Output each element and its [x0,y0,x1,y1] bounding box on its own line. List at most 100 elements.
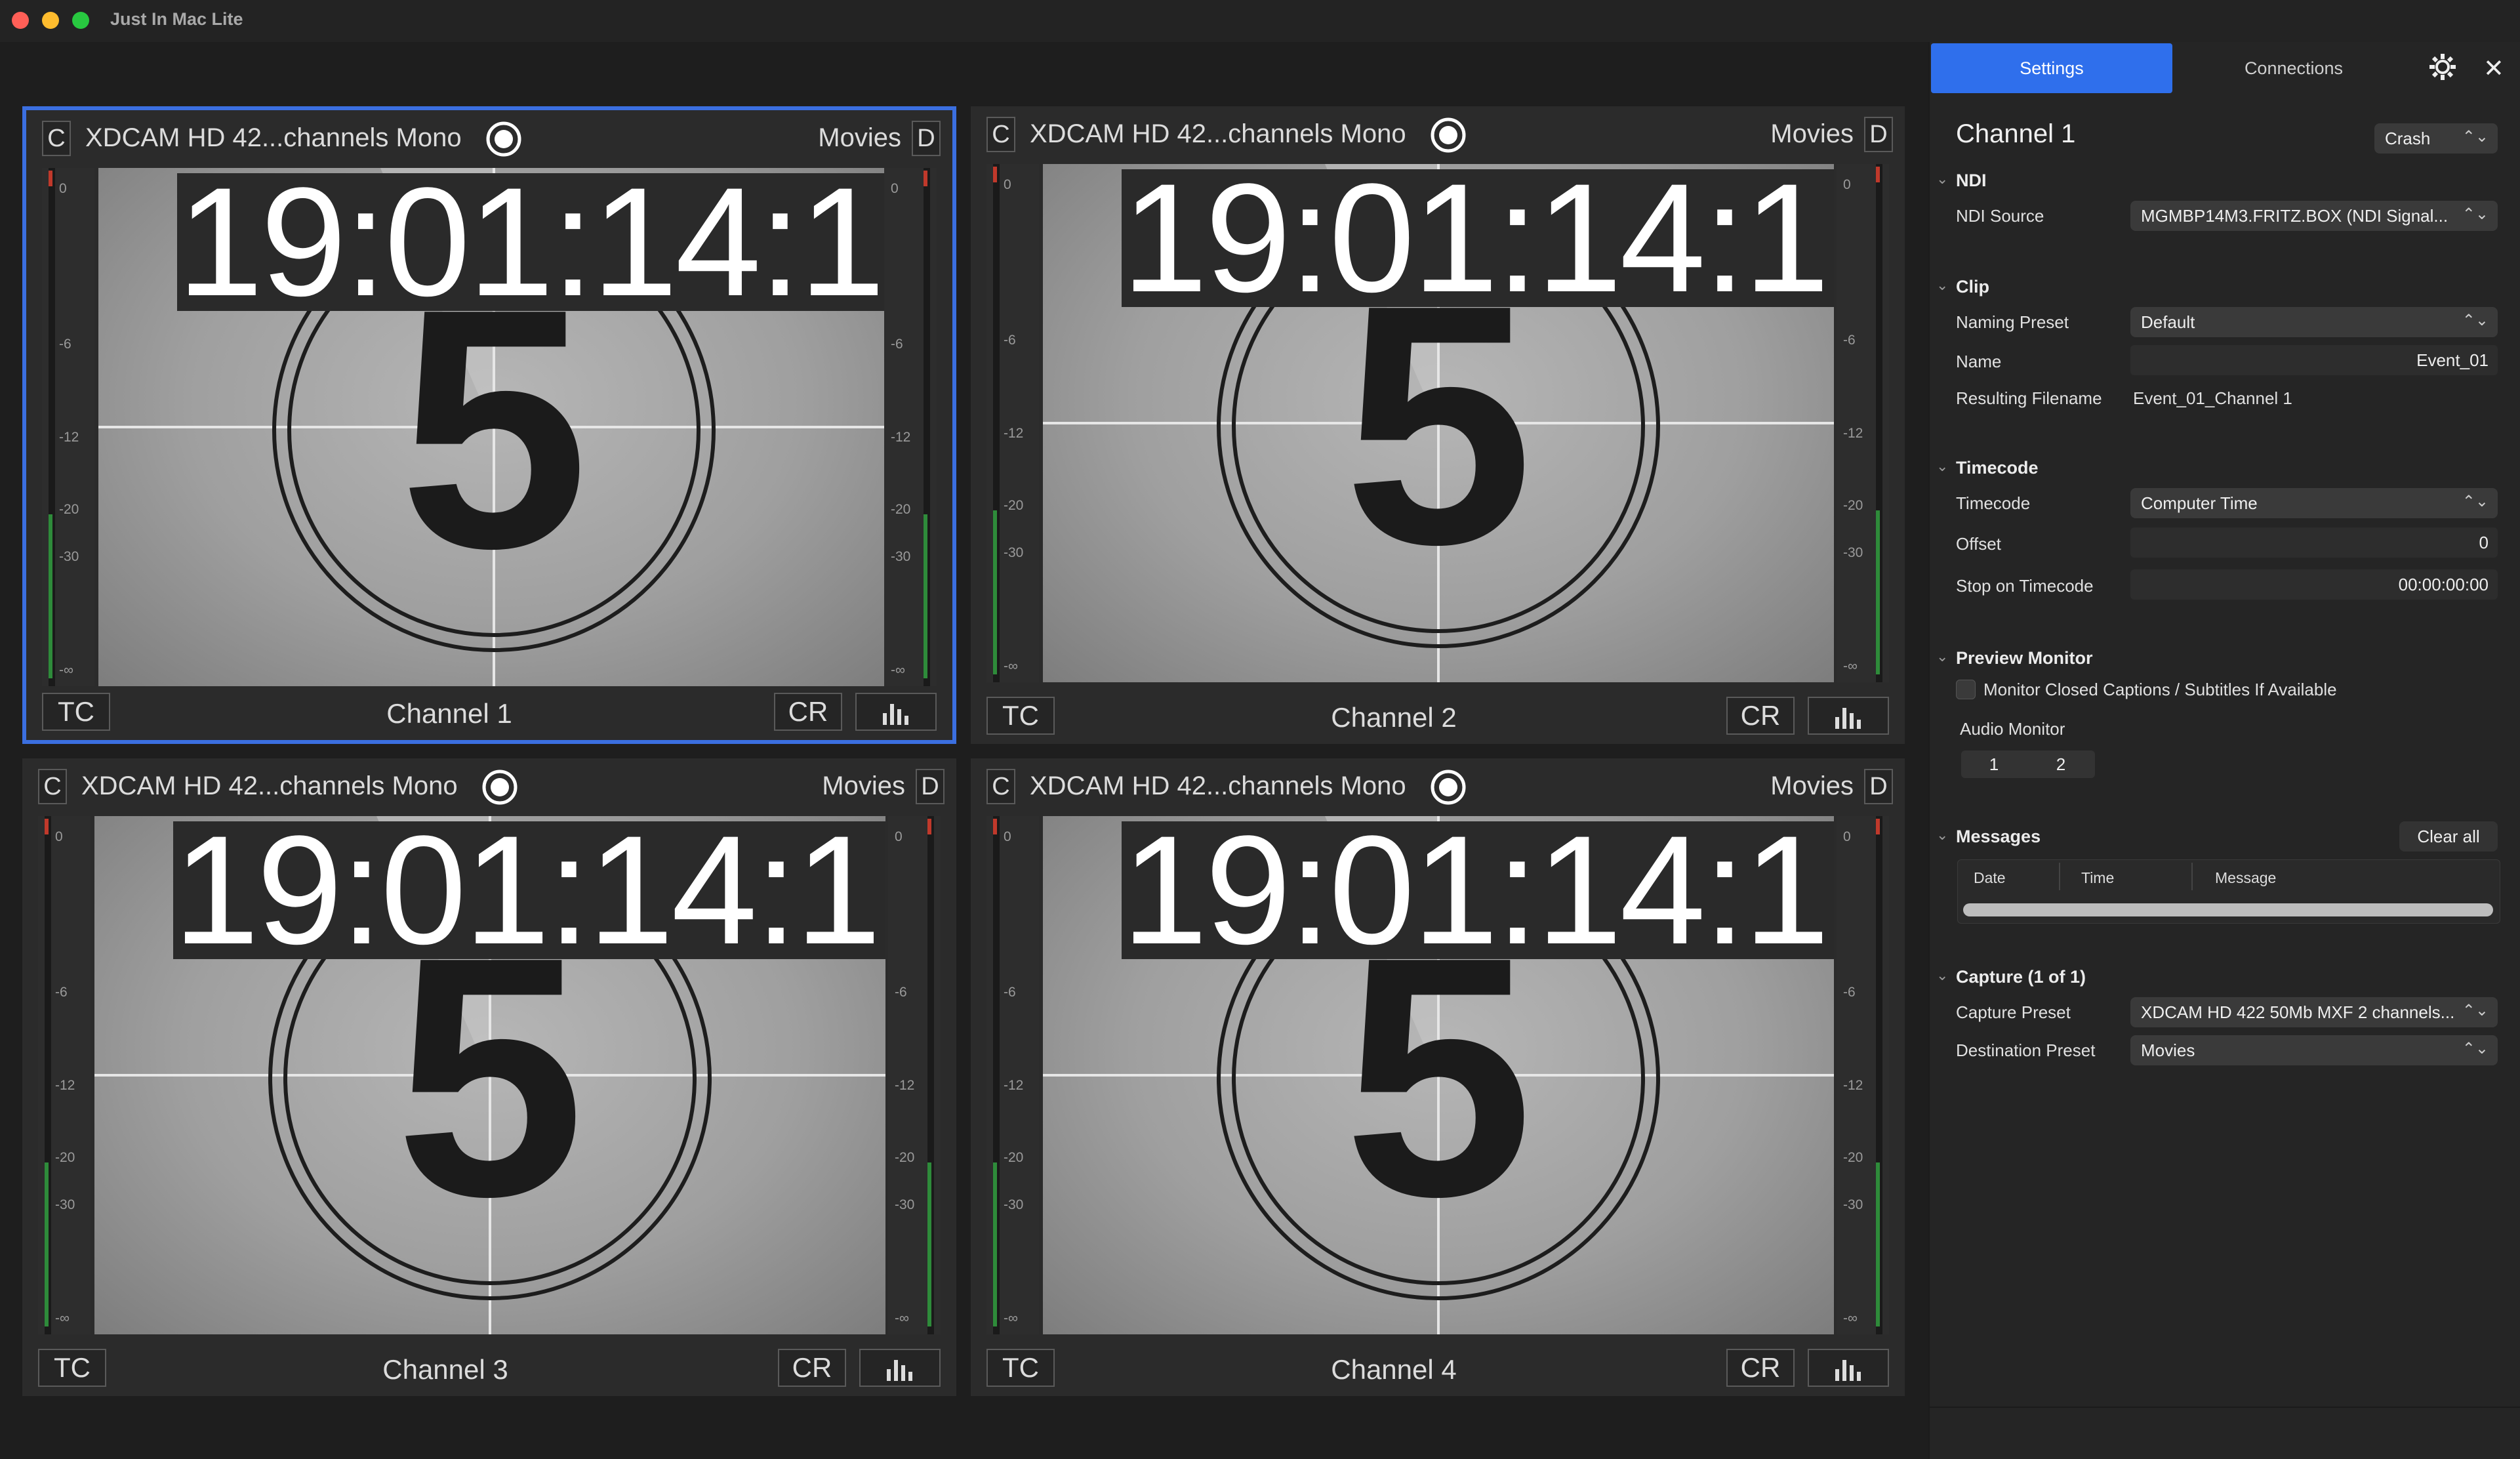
meter-tick-label: -6 [59,336,71,352]
clear-all-button[interactable]: Clear all [2399,821,2498,852]
meter-tick-label: -6 [1843,332,1856,348]
section-messages[interactable]: Messages [1956,827,2041,847]
zoom-window-button[interactable] [72,12,89,29]
capture-preset-select[interactable]: XDCAM HD 422 50Mb MXF 2 channels... ⌃⌄ [2130,997,2498,1027]
section-preview-monitor[interactable]: Preview Monitor [1956,648,2093,668]
channel-tile-4[interactable]: C XDCAM HD 42...channels Mono Movies D 0… [971,758,1905,1396]
timecode-display: 19:01:14:17 [1122,164,1834,316]
meter-tick-label: -20 [1843,498,1863,514]
section-ndi[interactable]: NDI [1956,171,1987,191]
meter-tick-label: -6 [895,984,907,1000]
chevron-down-icon[interactable]: ⌄ [1936,458,1948,475]
meter-tick-label: -∞ [895,1311,909,1326]
channel-tile-1[interactable]: C XDCAM HD 42...channels Mono Movies D 0… [22,106,956,744]
audio-monitor-ch2[interactable]: 2 [2028,754,2094,775]
chevron-down-icon[interactable]: ⌄ [1936,171,1948,188]
video-preview[interactable]: 5 19:01:14:17 [1043,164,1834,682]
bar-chart-icon [887,1360,912,1381]
chevron-down-icon[interactable]: ⌄ [1936,277,1948,294]
deinterlace-toggle-button[interactable]: D [912,121,941,156]
chevron-down-icon[interactable]: ⌄ [1936,827,1948,844]
audio-levels-button[interactable] [1808,1349,1889,1387]
chevron-down-icon[interactable]: ⌄ [1936,648,1948,665]
timecode-label: Timecode [1956,493,2031,513]
cr-toggle-button[interactable]: CR [778,1349,846,1387]
meter-tick-label: 0 [1843,176,1851,192]
meter-tick-label: 0 [891,180,899,196]
video-preview[interactable]: 5 19:01:14:17 [94,816,885,1334]
timecode-select[interactable]: Computer Time ⌃⌄ [2130,488,2498,518]
tab-connections[interactable]: Connections [2172,43,2415,93]
meter-tick-label: 0 [55,829,63,844]
audio-meter-right: 0 -6 -12 -20 -30 -∞ [1837,816,1889,1334]
window-title: Just In Mac Lite [110,9,243,29]
section-clip[interactable]: Clip [1956,277,1989,297]
meter-tick-label: -∞ [1004,659,1018,674]
close-icon[interactable]: ✕ [2483,54,2504,83]
panel-footer-divider [1930,1407,2520,1408]
name-field[interactable]: Event_01 [2130,345,2498,375]
captions-label: Monitor Closed Captions / Subtitles If A… [1983,680,2337,699]
name-label: Name [1956,352,2002,371]
channel-tile-2[interactable]: C XDCAM HD 42...channels Mono Movies D 0… [971,106,1905,744]
captions-checkbox[interactable] [1956,680,1976,699]
audio-monitor-segment: 1 2 [1961,750,2095,778]
ndi-source-select[interactable]: MGMBP14M3.FRITZ.BOX (NDI Signal... ⌃⌄ [2130,201,2498,231]
audio-monitor-ch1[interactable]: 1 [1961,754,2027,775]
stop-on-timecode-field[interactable]: 00:00:00:00 [2130,569,2498,600]
deinterlace-toggle-button[interactable]: D [1864,117,1893,152]
caption-toggle-button[interactable]: C [38,769,67,804]
crash-select[interactable]: Crash ⌃⌄ [2374,123,2498,154]
messages-scrollbar[interactable] [1963,903,2493,916]
codec-label: XDCAM HD 42...channels Mono [81,771,458,800]
record-icon[interactable] [485,121,522,157]
naming-preset-select[interactable]: Default ⌃⌄ [2130,307,2498,337]
audio-levels-button[interactable] [855,693,937,731]
caption-toggle-button[interactable]: C [986,117,1015,152]
gear-icon[interactable] [2427,51,2458,86]
meter-tick-label: -12 [895,1077,915,1093]
meter-tick-label: -6 [1004,332,1016,348]
channel-tile-3[interactable]: C XDCAM HD 42...channels Mono Movies D 0… [22,758,956,1396]
record-icon[interactable] [1430,769,1467,806]
resulting-filename-label: Resulting Filename [1956,388,2102,408]
audio-meter-right: 0 -6 -12 -20 -30 -∞ [884,168,937,686]
meter-tick-label: -∞ [59,663,73,678]
tab-settings[interactable]: Settings [1931,43,2172,93]
destination-label: Movies [818,123,901,152]
offset-field[interactable]: 0 [2130,527,2498,558]
caption-toggle-button[interactable]: C [42,121,71,156]
record-icon[interactable] [481,769,518,806]
meter-tick-label: -30 [55,1197,75,1212]
close-window-button[interactable] [12,12,29,29]
audio-levels-button[interactable] [859,1349,941,1387]
messages-table[interactable]: Date Time Message [1957,859,2500,924]
stop-on-timecode-label: Stop on Timecode [1956,576,2094,596]
channel-footer: TC Channel 3 CR [22,1342,956,1396]
video-preview[interactable]: 5 19:01:14:17 [98,168,889,686]
cr-toggle-button[interactable]: CR [1726,697,1795,735]
col-message[interactable]: Message [2215,869,2276,887]
chevron-down-icon[interactable]: ⌄ [1936,967,1948,984]
col-date[interactable]: Date [1974,869,2006,887]
col-time[interactable]: Time [2081,869,2114,887]
destination-preset-select[interactable]: Movies ⌃⌄ [2130,1035,2498,1065]
section-capture[interactable]: Capture (1 of 1) [1956,967,2086,987]
video-preview[interactable]: 5 19:01:14:16 [1043,816,1834,1334]
section-timecode[interactable]: Timecode [1956,458,2039,478]
minimize-window-button[interactable] [42,12,59,29]
meter-tick-label: 0 [1004,829,1011,844]
deinterlace-toggle-button[interactable]: D [916,769,945,804]
codec-label: XDCAM HD 42...channels Mono [85,123,462,152]
cr-toggle-button[interactable]: CR [774,693,842,731]
meter-tick-label: -6 [55,984,68,1000]
deinterlace-toggle-button[interactable]: D [1864,769,1893,804]
audio-levels-button[interactable] [1808,697,1889,735]
cr-toggle-button[interactable]: CR [1726,1349,1795,1387]
caption-toggle-button[interactable]: C [986,769,1015,804]
channel-header: C XDCAM HD 42...channels Mono Movies D [971,106,1905,161]
capture-preset-label: Capture Preset [1956,1002,2071,1022]
destination-label: Movies [822,771,905,800]
record-icon[interactable] [1430,117,1467,154]
bar-chart-icon [1835,1360,1861,1381]
